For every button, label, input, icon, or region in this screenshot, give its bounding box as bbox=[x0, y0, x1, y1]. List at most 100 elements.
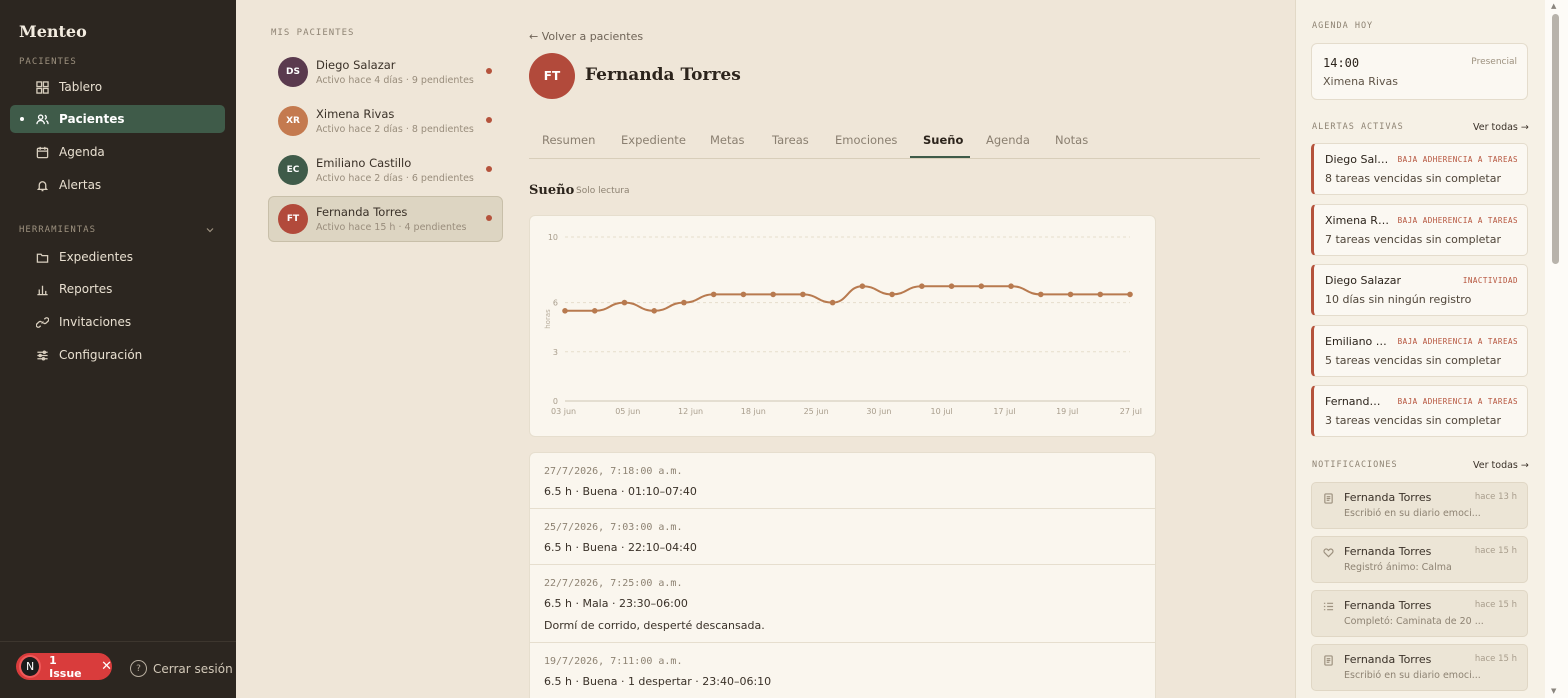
sleep-line-chart: 0 3 6 10 horas 03 jun 05 jun 12 jun 18 jun 25 jun… bbox=[544, 233, 1142, 416]
data-point bbox=[770, 291, 776, 298]
sleep-chart-card: 0 3 6 10 horas 03 jun 05 jun 12 jun 18 jun 25 jun… bbox=[529, 215, 1156, 437]
patient-status: Activo hace 2 días · 8 pendientes bbox=[316, 124, 474, 135]
nav-item-invitaciones[interactable]: Invitaciones bbox=[10, 308, 225, 336]
notification-item[interactable]: Fernanda Torres hace 13 h Escribió en su… bbox=[1311, 482, 1528, 529]
patient-item-emiliano-castillo[interactable]: EC Emiliano Castillo Activo hace 2 días … bbox=[268, 147, 503, 193]
heart-icon bbox=[1323, 547, 1334, 558]
scroll-thumb[interactable] bbox=[1552, 14, 1559, 264]
close-icon[interactable]: ✕ bbox=[101, 659, 112, 674]
notifications-see-all-link[interactable]: Ver todas → bbox=[1473, 460, 1529, 471]
alert-type: BAJA ADHERENCIA A TAREAS bbox=[1397, 155, 1518, 164]
alert-card[interactable]: Ximena Rivas BAJA ADHERENCIA A TAREAS 7 … bbox=[1311, 204, 1528, 256]
right-panel: AGENDA HOY 14:00 Presencial Ximena Rivas… bbox=[1295, 0, 1545, 698]
alert-type: BAJA ADHERENCIA A TAREAS bbox=[1397, 397, 1518, 406]
section-title: Sueño bbox=[529, 183, 575, 198]
nav-label: Agenda bbox=[59, 145, 105, 159]
nav-label: Expedientes bbox=[59, 250, 133, 264]
logout-label: Cerrar sesión bbox=[153, 661, 233, 676]
nav-label: Alertas bbox=[59, 178, 102, 192]
entry-timestamp: 22/7/2026, 7:25:00 a.m. bbox=[544, 578, 683, 589]
list-item: 22/7/2026, 7:25:00 a.m. 6.5 h · Mala · 2… bbox=[530, 565, 1155, 643]
scroll-up-icon[interactable]: ▲ bbox=[1551, 2, 1556, 10]
notification-item[interactable]: Fernanda Torres hace 15 h Completó: Cami… bbox=[1311, 590, 1528, 637]
alert-description: 8 tareas vencidas sin completar bbox=[1325, 172, 1501, 185]
scroll-down-icon[interactable]: ▼ bbox=[1551, 687, 1556, 695]
section-label-patients: PACIENTES bbox=[19, 57, 77, 67]
tab-agenda[interactable]: Agenda bbox=[986, 133, 1030, 147]
patient-item-ximena-rivas[interactable]: XR Ximena Rivas Activo hace 2 días · 8 p… bbox=[268, 98, 503, 144]
chevron-down-icon[interactable] bbox=[205, 225, 215, 235]
notifications-label: NOTIFICACIONES bbox=[1312, 460, 1398, 470]
list-item: 19/7/2026, 7:11:00 a.m. 6.5 h · Buena · … bbox=[530, 643, 1155, 698]
nav-item-reportes[interactable]: Reportes bbox=[10, 275, 225, 303]
nav-item-tablero[interactable]: Tablero bbox=[10, 73, 225, 101]
nav-label: Invitaciones bbox=[59, 315, 132, 329]
alert-description: 10 días sin ningún registro bbox=[1325, 293, 1472, 306]
scrollbar[interactable]: ▲ ▼ bbox=[1545, 0, 1568, 698]
brand-logo[interactable]: Menteo bbox=[19, 22, 87, 41]
tab-emociones[interactable]: Emociones bbox=[835, 133, 897, 147]
notification-patient: Fernanda Torres bbox=[1344, 491, 1432, 504]
alert-type: INACTIVIDAD bbox=[1462, 276, 1518, 285]
alert-card[interactable]: Diego Salazar INACTIVIDAD 10 días sin ni… bbox=[1311, 264, 1528, 316]
calendar-icon bbox=[35, 145, 49, 159]
avatar: EC bbox=[278, 155, 308, 185]
back-link[interactable]: ← Volver a pacientes bbox=[529, 30, 643, 43]
alert-card[interactable]: Fernanda Torres BAJA ADHERENCIA A TAREAS… bbox=[1311, 385, 1528, 437]
issue-badge[interactable]: N 1 Issue ✕ bbox=[16, 653, 112, 680]
patient-item-diego-salazar[interactable]: DS Diego Salazar Activo hace 4 días · 9 … bbox=[268, 49, 503, 95]
agenda-card[interactable]: 14:00 Presencial Ximena Rivas bbox=[1311, 43, 1528, 100]
page-title: Fernanda Torres bbox=[585, 65, 741, 85]
logout-button[interactable]: ? Cerrar sesión bbox=[130, 660, 233, 677]
nav-label: Tablero bbox=[59, 80, 103, 94]
notification-item[interactable]: Fernanda Torres hace 15 h Escribió en su… bbox=[1311, 644, 1528, 691]
data-point bbox=[562, 308, 568, 314]
x-tick-label: 10 jul bbox=[931, 407, 953, 416]
x-tick-label: 30 jun bbox=[866, 407, 891, 416]
alerts-see-all-link[interactable]: Ver todas → bbox=[1473, 122, 1529, 133]
alerts-label: ALERTAS ACTIVAS bbox=[1312, 122, 1404, 132]
data-point bbox=[740, 291, 747, 298]
notification-patient: Fernanda Torres bbox=[1344, 545, 1432, 558]
section-subtitle: Solo lectura bbox=[576, 186, 630, 196]
document-icon bbox=[1323, 493, 1334, 504]
pending-dot bbox=[486, 117, 492, 123]
alert-patient: Emiliano Castillo bbox=[1325, 335, 1387, 348]
nav-item-pacientes[interactable]: Pacientes bbox=[10, 105, 225, 133]
patient-status: Activo hace 2 días · 6 pendientes bbox=[316, 173, 474, 184]
x-tick-label: 17 jul bbox=[993, 407, 1015, 416]
notification-description: Escribió en su diario emoci... bbox=[1344, 508, 1481, 519]
x-tick-label: 19 jul bbox=[1056, 407, 1078, 416]
tab-expediente[interactable]: Expediente bbox=[621, 133, 686, 147]
alert-card[interactable]: Emiliano Castillo BAJA ADHERENCIA A TARE… bbox=[1311, 325, 1528, 377]
entry-detail: 6.5 h · Buena · 22:10–04:40 bbox=[544, 541, 697, 554]
notification-description: Completó: Caminata de 20 ... bbox=[1344, 616, 1484, 627]
y-tick-label: 10 bbox=[548, 233, 558, 242]
data-point bbox=[1008, 283, 1014, 289]
section-label-tools: HERRAMIENTAS bbox=[19, 225, 97, 235]
patient-avatar: FT bbox=[529, 53, 575, 99]
notification-time: hace 15 h bbox=[1474, 546, 1517, 556]
data-point bbox=[591, 308, 598, 314]
patient-name: Fernanda Torres bbox=[316, 205, 408, 219]
active-indicator bbox=[20, 117, 24, 121]
tab-metas[interactable]: Metas bbox=[710, 133, 745, 147]
nav-label: Reportes bbox=[59, 282, 113, 296]
tab-sueno[interactable]: Sueño bbox=[923, 133, 963, 147]
data-point bbox=[1127, 291, 1133, 298]
tabs-bar: Resumen Expediente Metas Tareas Emocione… bbox=[529, 122, 1260, 159]
nav-item-expedientes[interactable]: Expedientes bbox=[10, 243, 225, 271]
nav-item-configuracion[interactable]: Configuración bbox=[10, 341, 225, 369]
tab-notas[interactable]: Notas bbox=[1055, 133, 1088, 147]
notification-item[interactable]: Fernanda Torres hace 15 h Registró ánimo… bbox=[1311, 536, 1528, 583]
tab-tareas[interactable]: Tareas bbox=[772, 133, 809, 147]
data-point bbox=[1037, 291, 1044, 298]
alert-card[interactable]: Diego Salazar BAJA ADHERENCIA A TAREAS 8… bbox=[1311, 143, 1528, 195]
document-icon bbox=[1323, 655, 1334, 666]
x-tick-label: 05 jun bbox=[615, 407, 640, 416]
nav-item-agenda[interactable]: Agenda bbox=[10, 138, 225, 166]
tab-resumen[interactable]: Resumen bbox=[542, 133, 595, 147]
patient-item-fernanda-torres[interactable]: FT Fernanda Torres Activo hace 15 h · 4 … bbox=[268, 196, 503, 242]
nav-label: Configuración bbox=[59, 348, 143, 362]
nav-item-alertas[interactable]: Alertas bbox=[10, 171, 225, 199]
